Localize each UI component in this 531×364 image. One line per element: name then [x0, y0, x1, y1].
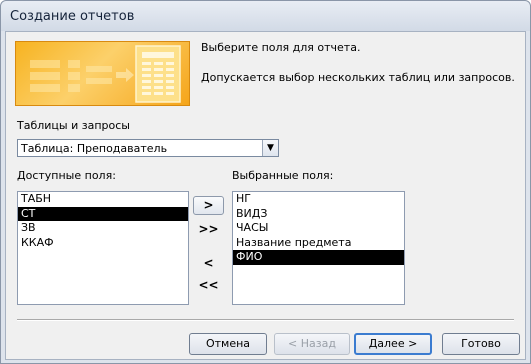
- hint-text: Допускается выбор нескольких таблиц или …: [201, 71, 515, 84]
- list-item[interactable]: СТ: [18, 206, 188, 221]
- remove-field-button[interactable]: <: [193, 254, 224, 273]
- list-item[interactable]: ФИО: [233, 250, 404, 265]
- back-button[interactable]: < Назад: [274, 333, 350, 355]
- wizard-header: Выберите поля для отчета. Допускается вы…: [6, 32, 525, 106]
- add-all-fields-button[interactable]: >>: [193, 220, 224, 239]
- add-field-button[interactable]: >: [193, 196, 224, 215]
- report-pages-icon: [30, 45, 181, 103]
- list-item[interactable]: ЗВ: [18, 221, 188, 236]
- tables-queries-combo[interactable]: Таблица: Преподаватель ▼: [17, 139, 279, 157]
- wizard-body: Выберите поля для отчета. Допускается вы…: [5, 31, 526, 360]
- selected-fields-list[interactable]: НГ ВИДЗ ЧАСЫ Название предмета ФИО: [232, 191, 405, 305]
- combo-selected-value: Таблица: Преподаватель: [21, 142, 168, 155]
- list-item[interactable]: ЧАСЫ: [233, 221, 404, 236]
- selected-fields-label: Выбранные поля:: [232, 169, 334, 182]
- next-button[interactable]: Далее >: [354, 333, 432, 355]
- available-fields-list[interactable]: ТАБН СТ ЗВ ККАФ: [17, 191, 189, 305]
- finish-button[interactable]: Готово: [442, 333, 520, 355]
- title-bar[interactable]: Создание отчетов: [1, 1, 530, 31]
- tables-queries-label: Таблицы и запросы: [17, 119, 130, 132]
- list-item[interactable]: ТАБН: [18, 192, 188, 207]
- available-fields-label: Доступные поля:: [17, 169, 116, 182]
- report-wizard-illustration: [15, 41, 190, 106]
- list-item[interactable]: ККАФ: [18, 236, 188, 251]
- window-title: Создание отчетов: [10, 9, 135, 24]
- list-item[interactable]: ВИДЗ: [233, 207, 404, 222]
- instruction-text: Выберите поля для отчета.: [201, 41, 361, 54]
- chevron-down-icon[interactable]: ▼: [262, 140, 278, 156]
- cancel-button[interactable]: Отмена: [189, 333, 267, 355]
- remove-all-fields-button[interactable]: <<: [193, 276, 224, 295]
- footer-divider: [17, 319, 514, 321]
- report-wizard-window: Создание отчетов Выберите поля для отчет…: [0, 0, 531, 364]
- list-item[interactable]: НГ: [233, 192, 404, 207]
- list-item[interactable]: Название предмета: [233, 236, 404, 251]
